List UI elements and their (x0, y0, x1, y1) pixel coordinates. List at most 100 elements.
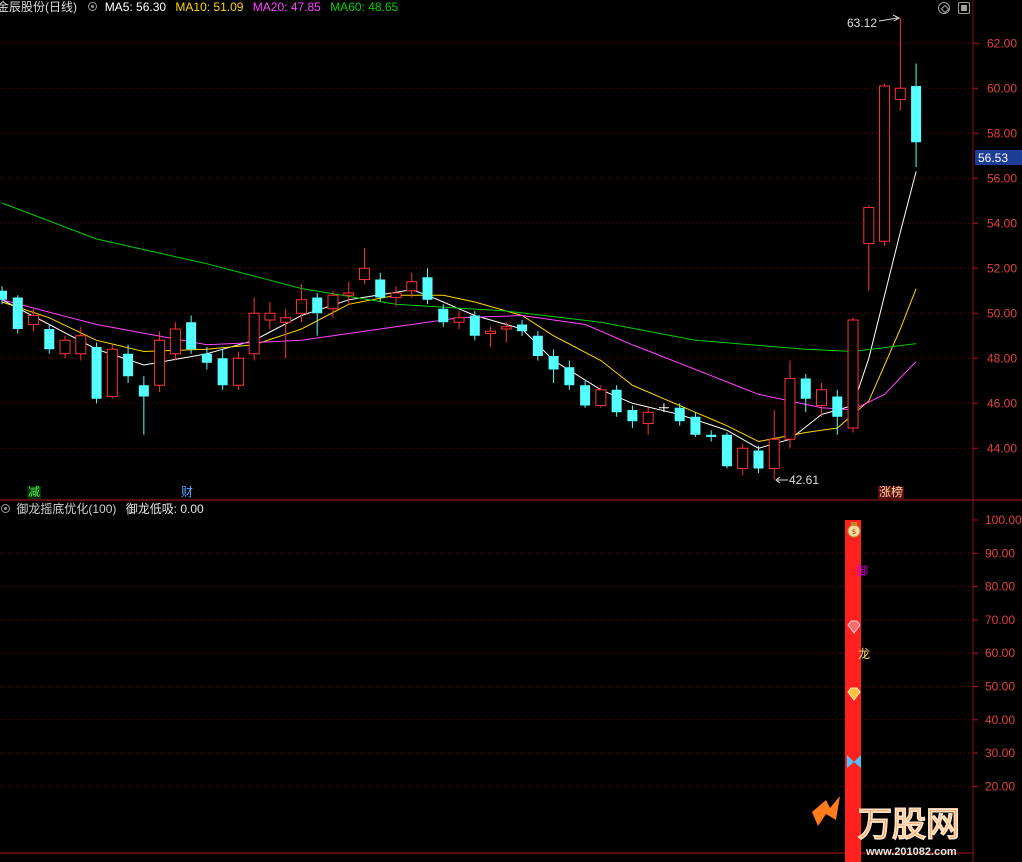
site-logo: 万股网 www.201082.com (812, 796, 960, 858)
ma5-legend: MA5: 56.30 (104, 0, 167, 14)
marker-cai[interactable]: 财 (180, 486, 194, 499)
candle (595, 385, 607, 408)
candle (453, 311, 465, 329)
candle-body-down (44, 329, 55, 350)
candle-body-down (548, 356, 559, 370)
signal-label-yu: 御 (856, 563, 868, 578)
candle (737, 443, 749, 476)
price-tick-label: 50.00 (987, 306, 1017, 320)
candle-body-down (438, 308, 449, 323)
candle-body-up (154, 339, 166, 386)
candle (312, 293, 323, 336)
candle-body-up (295, 299, 307, 314)
candle-body-down (517, 324, 528, 332)
ma20-legend: MA20: 47.85 (252, 0, 321, 14)
candle (248, 297, 260, 361)
indicator-header: 御龙摇底优化(100) 御龙低吸: 0.00 (0, 502, 204, 516)
candle (422, 268, 433, 305)
logo-url: www.201082.com (865, 846, 957, 858)
marker-jian[interactable]: 减 (27, 486, 42, 499)
candle-body-down (580, 385, 591, 406)
candle-body-up (75, 335, 87, 355)
candle-body-up (737, 447, 749, 469)
candle-body-up (894, 87, 906, 100)
candle (358, 248, 370, 284)
candle-body-up (847, 319, 859, 429)
candle-body-down (832, 396, 843, 417)
candle-body-up (485, 330, 497, 334)
candle (548, 349, 559, 383)
candle (879, 83, 891, 246)
ma5-line (1, 171, 917, 449)
indicator-tick-label: 60.00 (985, 646, 1015, 660)
candle-body-down (91, 347, 102, 399)
candle-body-up (642, 411, 654, 424)
candle (106, 344, 118, 399)
price-tick-label: 60.00 (987, 81, 1017, 95)
indicator-tick-label: 50.00 (985, 679, 1015, 693)
price-tick-label: 48.00 (987, 351, 1017, 365)
candle-body-up (169, 328, 181, 355)
candle-body-down (721, 434, 732, 467)
price-tick-label: 62.00 (987, 36, 1017, 50)
candle-body-down (753, 450, 764, 469)
restore-icon[interactable] (958, 2, 970, 14)
candle-body-up (768, 438, 780, 469)
indicator-tick-label: 90.00 (985, 546, 1015, 560)
candle-body-up (500, 326, 512, 330)
price-tick-label: 58.00 (987, 126, 1017, 140)
candle (753, 446, 764, 473)
stock-chart-canvas: 62.00 60.00 58.00 56.00 54.00 52.00 50.00 48.00… (0, 0, 1022, 862)
candle-body-down (469, 315, 480, 336)
candle (800, 374, 811, 413)
candle-body-up (264, 312, 276, 321)
marker-zhangbang[interactable]: 涨榜 (878, 486, 905, 499)
indicator-panel-icon[interactable] (1, 504, 10, 513)
candle-body-down (532, 335, 543, 356)
candle-body-down (186, 322, 197, 350)
candle (485, 326, 497, 347)
candle (44, 324, 55, 354)
candle-body-up (59, 339, 71, 355)
candle-body-down (690, 416, 701, 435)
candle (169, 322, 181, 361)
indicator-tick-label: 40.00 (985, 713, 1015, 727)
ma60-line (1, 202, 917, 353)
candle (690, 412, 701, 437)
candle (201, 347, 212, 370)
indicator-tick-label: 100.00 (985, 513, 1022, 527)
low-price-label: 42.61 (789, 473, 819, 487)
candle-body-up (595, 389, 607, 406)
candle-body-down (217, 358, 228, 386)
high-price-label: 63.12 (847, 16, 877, 30)
price-tick-label: 44.00 (987, 441, 1017, 455)
candle (123, 344, 134, 383)
high-price-annotation: 63.12 (847, 14, 901, 30)
candle (721, 432, 732, 469)
candle-body-up (28, 315, 40, 325)
ma60-legend: MA60: 48.65 (330, 0, 399, 14)
candle (784, 360, 796, 449)
upper-panel-grid: 62.00 60.00 58.00 56.00 54.00 52.00 50.00 48.00… (0, 36, 1017, 455)
candle-body-up (879, 85, 891, 242)
candle (894, 18, 906, 111)
svg-text:$: $ (852, 528, 856, 536)
candle (911, 63, 922, 167)
indicator-settings-icon[interactable] (88, 2, 98, 11)
candle-body-up (280, 317, 292, 323)
price-tick-label: 54.00 (987, 216, 1017, 230)
signal-label-long: 龙 (858, 647, 870, 661)
candle (627, 405, 638, 428)
candle (186, 315, 197, 354)
candle (91, 342, 102, 404)
candle-body-up (358, 267, 370, 280)
candle-body-up (390, 292, 402, 298)
diamond-icon[interactable] (938, 2, 950, 14)
candle-body-up (343, 292, 355, 296)
candle-body-up (453, 317, 465, 323)
candle-body-down (564, 367, 575, 386)
indicator-tick-label: 30.00 (985, 746, 1015, 760)
candle-body-up (106, 348, 118, 397)
candle-body-up (784, 378, 796, 440)
candle (611, 385, 622, 417)
